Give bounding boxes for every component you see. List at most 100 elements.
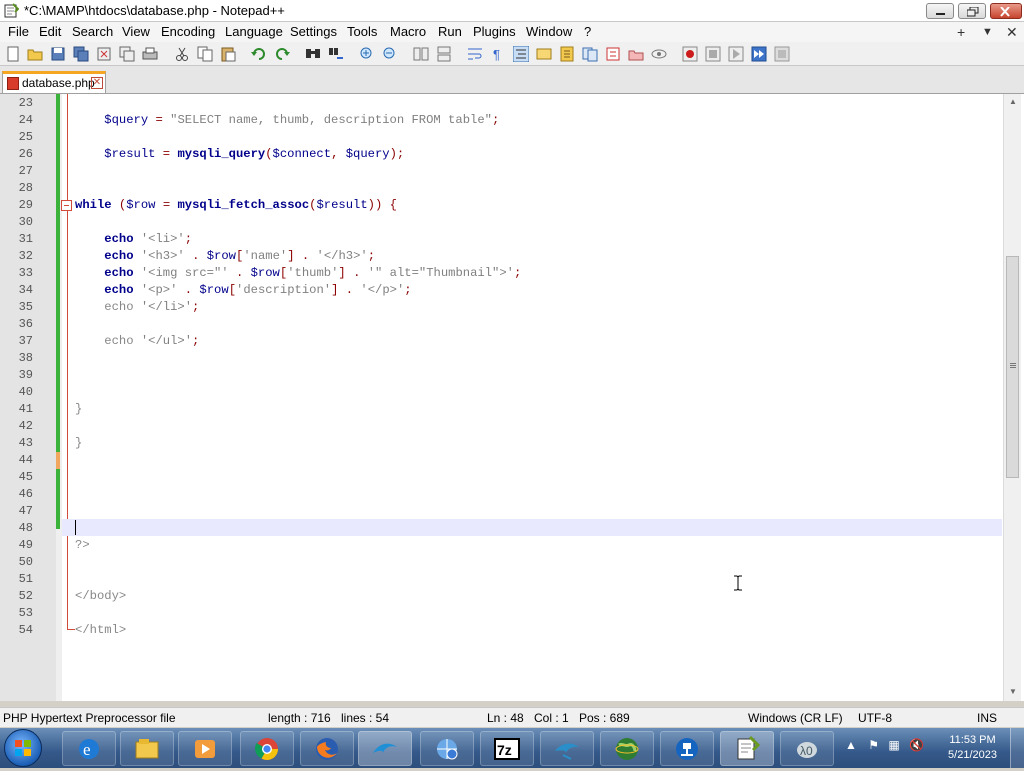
save-all-icon[interactable]	[73, 46, 89, 62]
action-center-flag-icon[interactable]: ⚑	[868, 738, 879, 752]
sync-vertical-icon[interactable]	[413, 46, 429, 62]
taskbar-file-explorer[interactable]	[120, 731, 174, 766]
word-wrap-icon[interactable]	[467, 46, 483, 62]
stop-macro-icon[interactable]	[705, 46, 721, 62]
sync-horizontal-icon[interactable]	[436, 46, 452, 62]
taskbar-network[interactable]	[420, 731, 474, 766]
redo-icon[interactable]	[274, 46, 290, 62]
unsaved-file-icon	[7, 77, 19, 90]
mysql-dolphin-icon	[373, 743, 397, 753]
save-icon[interactable]	[50, 46, 66, 62]
save-macro-icon[interactable]	[774, 46, 790, 62]
show-desktop-button[interactable]	[1010, 728, 1024, 768]
menu-file[interactable]: File	[8, 24, 29, 39]
toolbar: ¶	[0, 42, 1024, 66]
cut-icon[interactable]	[174, 46, 190, 62]
indent-guide-icon[interactable]	[513, 46, 529, 62]
menu-tools[interactable]: Tools	[347, 24, 377, 39]
monitoring-icon[interactable]	[651, 46, 667, 62]
zoom-in-icon[interactable]	[359, 46, 375, 62]
taskbar-notepadpp[interactable]	[720, 731, 774, 766]
open-file-icon[interactable]	[27, 46, 43, 62]
close-all-icon[interactable]	[119, 46, 135, 62]
tab-close-icon[interactable]: ✕	[91, 77, 103, 89]
code-line: $query = "SELECT name, thumb, descriptio…	[104, 113, 500, 127]
tab-database-php[interactable]: database.php ✕	[2, 71, 106, 93]
volume-muted-icon[interactable]: 🔇	[909, 738, 924, 752]
undo-icon[interactable]	[251, 46, 267, 62]
line-number: 30	[18, 215, 33, 229]
function-list-icon[interactable]	[582, 46, 598, 62]
document-switcher-icon[interactable]	[628, 46, 644, 62]
user-language-icon[interactable]	[536, 46, 552, 62]
line-number: 43	[18, 436, 33, 450]
run-macro-multiple-icon[interactable]	[751, 46, 767, 62]
record-macro-icon[interactable]	[682, 46, 698, 62]
menu-window[interactable]: Window	[526, 24, 572, 39]
vertical-scrollbar[interactable]: ▲ ▼	[1003, 94, 1021, 701]
menu-plugins[interactable]: Plugins	[473, 24, 516, 39]
status-insert-mode[interactable]: INS	[977, 711, 997, 725]
menu-edit[interactable]: Edit	[39, 24, 61, 39]
print-icon[interactable]	[142, 46, 158, 62]
taskbar-media-player[interactable]	[178, 731, 232, 766]
line-number: 38	[18, 351, 33, 365]
tab-list-dropdown-icon[interactable]: ▼	[982, 26, 993, 38]
start-button[interactable]	[4, 729, 42, 767]
taskbar-mysql[interactable]	[358, 731, 412, 766]
folder-workspace-icon[interactable]	[605, 46, 621, 62]
taskbar-internet-explorer[interactable]: e	[62, 731, 116, 766]
minimize-button[interactable]	[926, 3, 954, 19]
restore-icon	[967, 7, 979, 17]
fold-collapse-icon[interactable]	[61, 200, 72, 211]
taskbar-firefox[interactable]	[300, 731, 354, 766]
taskbar-chrome[interactable]	[240, 731, 294, 766]
status-encoding[interactable]: UTF-8	[858, 711, 892, 725]
scrollbar-thumb[interactable]	[1006, 256, 1019, 478]
play-macro-icon[interactable]	[728, 46, 744, 62]
replace-icon[interactable]	[328, 46, 344, 62]
code-editor[interactable]: 23 24 $query = "SELECT name, thumb, descr…	[0, 94, 1024, 701]
close-icon	[1000, 7, 1010, 17]
maximize-button[interactable]	[958, 3, 986, 19]
document-map-icon[interactable]	[559, 46, 575, 62]
zoom-out-icon[interactable]	[382, 46, 398, 62]
scroll-up-icon[interactable]: ▲	[1009, 97, 1017, 106]
network-status-icon[interactable]: ▦	[888, 738, 899, 752]
taskbar-mamp[interactable]: λ0	[780, 731, 834, 766]
menu-language[interactable]: Language	[225, 24, 283, 39]
menu-help[interactable]: ?	[584, 24, 591, 39]
new-tab-icon[interactable]: +	[957, 24, 965, 40]
status-eol[interactable]: Windows (CR LF)	[748, 711, 843, 725]
close-doc-icon[interactable]: ✕	[1006, 24, 1018, 41]
taskbar-globe[interactable]	[600, 731, 654, 766]
menu-view[interactable]: View	[122, 24, 150, 39]
paste-icon[interactable]	[220, 46, 236, 62]
scroll-down-icon[interactable]: ▼	[1009, 687, 1017, 696]
menu-settings[interactable]: Settings	[290, 24, 337, 39]
menu-macro[interactable]: Macro	[390, 24, 426, 39]
change-history-marker-saved	[56, 452, 60, 469]
taskbar: e 7z λ0 ▲ ⚑ ▦ 🔇 11:53 PM 5/21/2023	[0, 728, 1024, 768]
status-ln: Ln : 48	[487, 711, 524, 725]
system-clock[interactable]: 11:53 PM 5/21/2023	[945, 733, 1000, 763]
menu-run[interactable]: Run	[438, 24, 462, 39]
show-all-chars-icon[interactable]: ¶	[490, 46, 506, 62]
find-icon[interactable]	[305, 46, 321, 62]
new-file-icon[interactable]	[5, 46, 21, 62]
taskbar-7zip[interactable]: 7z	[480, 731, 534, 766]
notepadpp-icon	[737, 735, 761, 760]
copy-icon[interactable]	[197, 46, 213, 62]
taskbar-network-drive[interactable]	[660, 731, 714, 766]
close-file-icon[interactable]	[96, 46, 112, 62]
show-hidden-icons-icon[interactable]: ▲	[845, 738, 857, 752]
menu-encoding[interactable]: Encoding	[161, 24, 215, 39]
ibeam-cursor-icon	[734, 575, 742, 591]
code-line: echo '<li>';	[104, 232, 193, 246]
menu-search[interactable]: Search	[72, 24, 113, 39]
taskbar-mysql-workbench[interactable]	[540, 731, 594, 766]
close-window-button[interactable]	[990, 3, 1022, 19]
line-number: 31	[18, 232, 33, 246]
code-line: while ($row = mysqli_fetch_assoc($result…	[75, 198, 397, 212]
line-number: 49	[18, 538, 33, 552]
